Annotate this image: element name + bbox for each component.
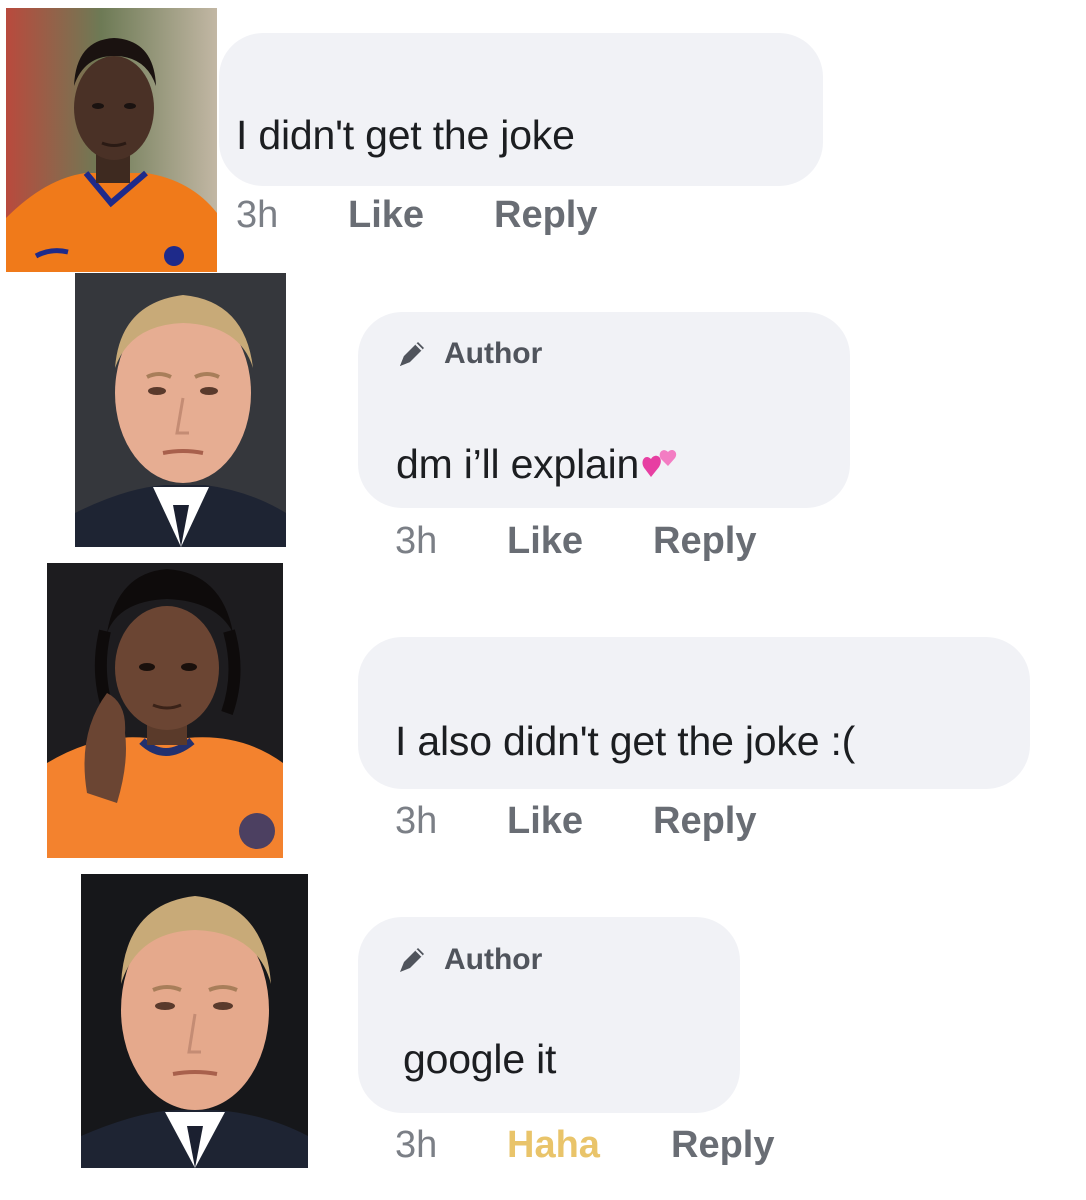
- like-button[interactable]: Like: [507, 520, 583, 563]
- avatar[interactable]: [47, 563, 283, 858]
- comment-bubble[interactable]: [219, 33, 823, 186]
- comment-actions: 3h Like Reply: [395, 520, 895, 566]
- comment-text: I also didn't get the joke :(: [395, 718, 856, 764]
- avatar[interactable]: [6, 8, 217, 272]
- comment-timestamp: 3h: [395, 800, 438, 842]
- reply-button[interactable]: Reply: [653, 800, 756, 843]
- author-label: Author: [444, 337, 543, 370]
- pen-icon: [400, 342, 424, 366]
- comment-actions: 3h Haha Reply: [395, 1124, 895, 1170]
- comment-text-content: dm i’ll explain: [396, 441, 640, 487]
- like-button[interactable]: Like: [507, 800, 583, 843]
- comment-timestamp: 3h: [395, 1124, 438, 1166]
- comment-timestamp: 3h: [395, 520, 438, 562]
- comment-text: google it: [403, 1036, 557, 1082]
- comment-timestamp: 3h: [236, 194, 279, 236]
- comment-actions: 3h Like Reply: [236, 194, 736, 240]
- comment-text: I didn't get the joke: [236, 112, 575, 158]
- comment-actions: 3h Like Reply: [395, 800, 895, 846]
- author-tag: Author: [394, 336, 542, 372]
- haha-reaction-button[interactable]: Haha: [507, 1124, 600, 1167]
- author-label: Author: [444, 943, 543, 976]
- comment-bubble[interactable]: [358, 637, 1030, 789]
- pen-icon: [400, 948, 424, 972]
- two-hearts-icon: [642, 450, 677, 478]
- reply-button[interactable]: Reply: [653, 520, 756, 563]
- reply-button[interactable]: Reply: [494, 194, 597, 237]
- avatar[interactable]: [81, 874, 308, 1168]
- avatar[interactable]: [75, 273, 286, 547]
- comment-text: dm i’ll explain: [396, 441, 681, 488]
- author-tag: Author: [394, 942, 542, 978]
- reply-button[interactable]: Reply: [671, 1124, 774, 1167]
- like-button[interactable]: Like: [348, 194, 424, 237]
